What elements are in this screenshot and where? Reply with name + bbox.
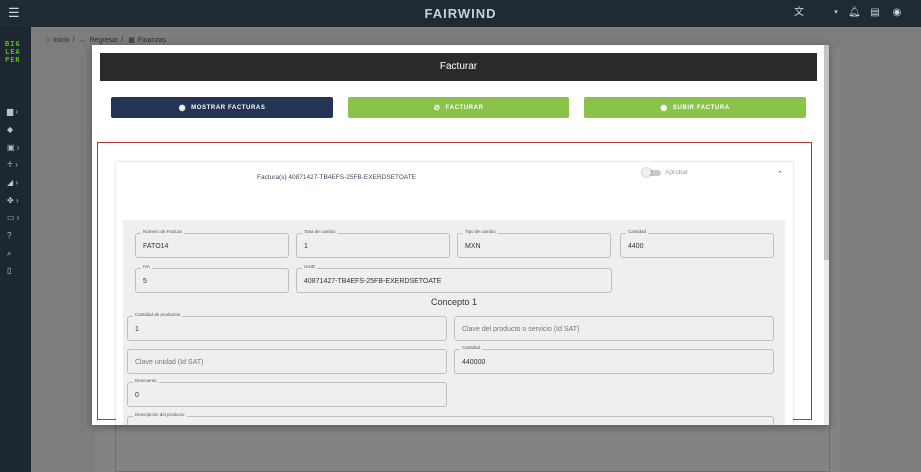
invoice-button[interactable]: ⊘ FACTURAR bbox=[348, 97, 569, 118]
field-label: Número de Factura bbox=[141, 229, 184, 234]
field-label: UUID bbox=[302, 264, 317, 269]
chart-icon[interactable]: ▣ › bbox=[7, 143, 27, 153]
scrollbar-thumb[interactable] bbox=[824, 45, 829, 260]
amount-field[interactable]: Cantidad 4400 bbox=[620, 229, 774, 258]
field-value: 40871427-TB4EFS-25FB-EXERDSETOATE bbox=[304, 278, 442, 285]
description-field[interactable]: Descripción del producto bbox=[127, 412, 774, 425]
invoice-number-field[interactable]: Número de Factura FATO14 bbox=[135, 229, 289, 258]
quantity-field[interactable]: Cantidad 440000 bbox=[454, 345, 774, 374]
field-label: Tipo de cambio bbox=[463, 229, 498, 234]
chevron-down-icon[interactable]: ▾ bbox=[830, 7, 842, 19]
invoice-modal: Facturar ◉ MOSTRAR FACTURAS ⊘ FACTURAR ◉… bbox=[92, 45, 829, 425]
eye-icon: ◉ bbox=[178, 103, 187, 112]
show-invoices-button[interactable]: ◉ MOSTRAR FACTURAS bbox=[111, 97, 333, 118]
road-icon[interactable]: ◢ › bbox=[7, 178, 27, 188]
field-value: 4400 bbox=[628, 243, 644, 250]
search-icon[interactable]: ⌕ bbox=[7, 249, 27, 259]
field-label: IVA bbox=[141, 264, 152, 269]
message-icon[interactable]: ▤ bbox=[869, 7, 881, 19]
bell-icon[interactable]: 🔔︎ bbox=[848, 7, 861, 19]
field-label: Cantidad de productos bbox=[133, 312, 183, 317]
field-placeholder: Clave unidad (Id SAT) bbox=[135, 359, 204, 366]
eye-off-icon: ⊘ bbox=[433, 103, 441, 112]
field-value: 5 bbox=[143, 278, 147, 285]
account-icon[interactable]: ◉ bbox=[891, 7, 903, 19]
product-key-field[interactable]: Clave del producto o servicio (Id SAT) bbox=[454, 316, 774, 341]
finance-icon: ▦ bbox=[128, 37, 135, 44]
currency-type-field[interactable]: Tipo de cambio MXN bbox=[457, 229, 611, 258]
field-placeholder: Clave del producto o servicio (Id SAT) bbox=[462, 326, 580, 333]
home-icon: ⌂ bbox=[46, 37, 51, 44]
help-icon[interactable]: ? bbox=[7, 231, 27, 241]
field-value: 1 bbox=[135, 326, 139, 333]
invoice-form: Número de Factura FATO14 Tasa de cambio … bbox=[123, 220, 785, 425]
toggle-knob[interactable] bbox=[642, 167, 651, 177]
field-value: 440000 bbox=[462, 359, 486, 366]
show-invoices-label: MOSTRAR FACTURAS bbox=[191, 104, 266, 111]
field-label: Cantidad bbox=[626, 229, 649, 234]
document-icon[interactable]: ▆ › bbox=[7, 107, 27, 117]
modal-title: Facturar bbox=[100, 53, 817, 81]
background-inner-box bbox=[115, 420, 830, 472]
walk-icon[interactable]: ☥ › bbox=[7, 160, 27, 170]
puzzle-icon[interactable]: ✤ › bbox=[7, 196, 27, 206]
field-label: Descuento bbox=[133, 378, 159, 383]
concept-title: Concepto 1 bbox=[430, 297, 478, 307]
toggle-track[interactable] bbox=[642, 167, 661, 177]
field-value: MXN bbox=[465, 243, 481, 250]
breadcrumb-back[interactable]: Regresar bbox=[89, 37, 118, 44]
field-label: Cantidad bbox=[460, 345, 483, 350]
exchange-rate-field[interactable]: Tasa de cambio 1 bbox=[296, 229, 450, 258]
top-app-bar: ☰ FAIRWIND 文 ▾ 🔔︎ ▤ ◉ bbox=[0, 0, 921, 27]
menu-icon[interactable]: ☰ bbox=[8, 6, 22, 20]
map-icon[interactable]: ▯ bbox=[7, 266, 27, 276]
uuid-field[interactable]: UUID 40871427-TB4EFS-25FB-EXERDSETOATE bbox=[296, 264, 612, 293]
field-value: 0 bbox=[135, 392, 139, 399]
back-icon: ← bbox=[79, 37, 87, 44]
breadcrumb-home[interactable]: Inicio bbox=[53, 37, 69, 44]
field-label: Descripción del producto bbox=[133, 412, 187, 417]
logo: BIG LEA PER bbox=[5, 40, 21, 64]
chevron-up-icon[interactable]: ⌃ bbox=[777, 170, 783, 178]
panel-title: Factura(s) 40871427-TB4EFS-25FB-EXERDSET… bbox=[257, 174, 417, 181]
upload-invoice-button[interactable]: ◉ SUBIR FACTURA bbox=[584, 97, 806, 118]
breadcrumb-current: Finanzas bbox=[137, 37, 167, 44]
field-label: Tasa de cambio bbox=[302, 229, 338, 234]
app-brand: FAIRWIND bbox=[424, 6, 497, 21]
invoice-label: FACTURAR bbox=[445, 104, 484, 111]
upload-invoice-label: SUBIR FACTURA bbox=[672, 104, 730, 111]
iva-field[interactable]: IVA 5 bbox=[135, 264, 289, 293]
unit-key-field[interactable]: Clave unidad (Id SAT) bbox=[127, 349, 447, 374]
breadcrumb: ⌂ Inicio / ← Regresar / ▦ Finanzas bbox=[46, 37, 167, 44]
eye-icon: ◉ bbox=[660, 103, 668, 112]
translate-icon[interactable]: 文 bbox=[793, 7, 805, 19]
invoice-panel: Factura(s) 40871427-TB4EFS-25FB-EXERDSET… bbox=[116, 162, 793, 425]
tag-icon[interactable]: ◆ bbox=[7, 125, 27, 135]
product-quantity-field[interactable]: Cantidad de productos 1 bbox=[127, 312, 447, 341]
approve-label: Aprobar bbox=[665, 169, 689, 176]
field-value: FATO14 bbox=[143, 243, 169, 250]
field-value: 1 bbox=[304, 243, 308, 250]
discount-field[interactable]: Descuento 0 bbox=[127, 378, 447, 407]
approve-toggle[interactable]: Aprobar bbox=[642, 167, 689, 177]
card-icon[interactable]: ▭ › bbox=[7, 213, 27, 223]
modal-scrollbar[interactable] bbox=[824, 45, 829, 425]
